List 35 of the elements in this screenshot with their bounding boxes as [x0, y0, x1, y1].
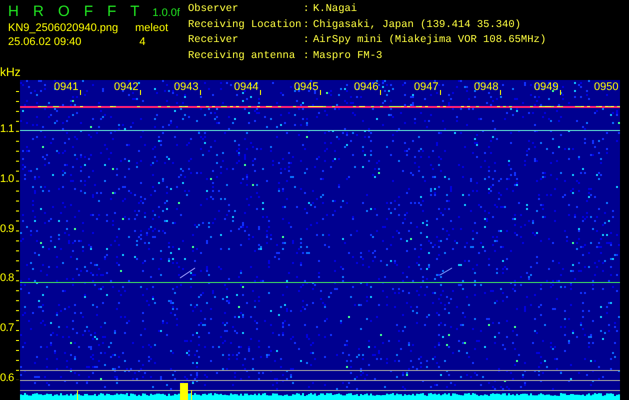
time-label: 0947 [414, 81, 438, 93]
axis-label: 0.7 [0, 322, 14, 334]
info-colon: : [303, 50, 310, 64]
axis-label: 0.9 [0, 222, 14, 235]
time-label: 0948 [474, 81, 498, 93]
date-time: 25.06.02 09:40 [8, 36, 82, 48]
time-label: 0946 [354, 81, 378, 93]
info-colon: : [303, 18, 310, 32]
file-name: KN9_2506020940.png [8, 22, 118, 34]
app-title: H R O F F T [8, 3, 144, 20]
axis-label: 0.8 [0, 272, 14, 284]
info-colon: : [303, 3, 310, 17]
time-label: 0941 [54, 81, 78, 93]
info-label: Receiving Location [188, 18, 302, 32]
info-label: Observer [188, 3, 240, 17]
axis-label: 0.6 [0, 372, 14, 384]
time-label: 0943 [174, 81, 198, 93]
count-label: 4 [139, 36, 146, 48]
info-colon: : [303, 34, 310, 48]
mode-label: meleot [135, 22, 168, 34]
time-label: 0949 [534, 81, 558, 93]
info-value: AirSpy mini (Miakejima VOR 108.65MHz) [313, 34, 546, 48]
info-value: K.Nagai [313, 3, 358, 17]
time-label: 0942 [114, 81, 138, 93]
info-label: Receiving antenna [188, 50, 296, 64]
info-value: Maspro FM-3 [313, 50, 384, 64]
unit-label: kHz [0, 65, 22, 80]
version-label: 1.0.0f [152, 7, 180, 19]
info-value: Chigasaki, Japan (139.414 35.340) [313, 18, 522, 32]
time-label: 0950 [594, 81, 618, 93]
axis-label: 1.0 [0, 172, 14, 185]
time-label: 0945 [294, 81, 318, 93]
time-label: 0944 [234, 81, 258, 93]
info-label: Receiver [188, 34, 240, 48]
axis-label: 1.1 [0, 123, 14, 135]
